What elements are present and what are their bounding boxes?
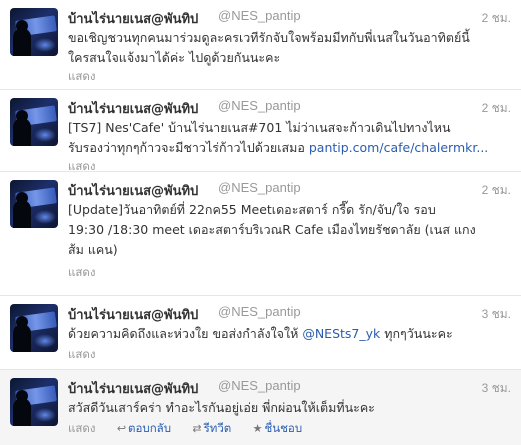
tweet-header: บ้านไร่นายเนส@พันทิป @NES_pantip 2 ชม. <box>68 96 511 118</box>
timestamp[interactable]: 2 ชม. <box>482 181 511 200</box>
expand-link[interactable]: แสดง <box>68 159 96 173</box>
tweet-item[interactable]: บ้านไร่นายเนส@พันทิป @NES_pantip 2 ชม. ข… <box>0 0 521 90</box>
display-name[interactable]: บ้านไร่นายเนส@พันทิป <box>68 378 198 399</box>
retweet-label: รีทวีต <box>203 421 232 435</box>
timestamp[interactable]: 3 ชม. <box>482 305 511 324</box>
mention-link[interactable]: @NESts7_yk <box>302 326 380 341</box>
avatar[interactable] <box>10 8 58 56</box>
expand-link[interactable]: แสดง <box>68 347 96 361</box>
reply-button[interactable]: ↩ ตอบกลับ <box>117 421 171 435</box>
screen-name[interactable]: @NES_pantip <box>218 8 301 23</box>
star-icon: ★ <box>252 422 263 435</box>
avatar[interactable] <box>10 304 58 352</box>
display-name[interactable]: บ้านไร่นายเนส@พันทิป <box>68 304 198 325</box>
tweet-item[interactable]: บ้านไร่นายเนส@พันทิป @NES_pantip 2 ชม. [… <box>0 172 521 296</box>
retweet-button[interactable]: ⇄ รีทวีต <box>192 421 231 435</box>
tweet-actions: แสดง ↩ ตอบกลับ ⇄ รีทวีต ★ ชื่นชอบ <box>68 420 302 438</box>
avatar[interactable] <box>10 378 58 426</box>
tweet-actions: แสดง <box>68 346 96 364</box>
tweet-text: ขอเชิญชวนทุกคนมาร่วมดูละครเวทีรักจับใจพร… <box>68 30 470 65</box>
tweet-header: บ้านไร่นายเนส@พันทิป @NES_pantip 2 ชม. <box>68 178 511 200</box>
tweet-text-tail: ทุกๆวันนะคะ <box>380 326 453 341</box>
tweet-text: [TS7] Nes'Cafe' บ้านไร่นายเนส#701 ไม่ว่า… <box>68 118 509 158</box>
timestamp[interactable]: 2 ชม. <box>482 99 511 118</box>
display-name[interactable]: บ้านไร่นายเนส@พันทิป <box>68 180 198 201</box>
tweet-text: [Update]วันอาทิตย์ที่ 22กค55 Meetเดอะสตา… <box>68 202 476 257</box>
tweet-text: ด้วยความคิดถึงและห่วงใย ขอส่งกำลังใจให้ … <box>68 324 509 344</box>
screen-name[interactable]: @NES_pantip <box>218 98 301 113</box>
retweet-icon: ⇄ <box>192 422 202 435</box>
expand-link[interactable]: แสดง <box>68 421 96 435</box>
tweet-header: บ้านไร่นายเนส@พันทิป @NES_pantip 3 ชม. <box>68 376 511 398</box>
tweet-header: บ้านไร่นายเนส@พันทิป @NES_pantip 3 ชม. <box>68 302 511 324</box>
tweet-text: สวัสดีวันเสาร์คร่า ทำอะไรกันอยู่เอ่ย พี่… <box>68 400 375 415</box>
tweet-header: บ้านไร่นายเนส@พันทิป @NES_pantip 2 ชม. <box>68 6 511 28</box>
screen-name[interactable]: @NES_pantip <box>218 378 301 393</box>
tweet-item[interactable]: บ้านไร่นายเนส@พันทิป @NES_pantip 3 ชม. ส… <box>0 370 521 445</box>
expand-link[interactable]: แสดง <box>68 69 96 83</box>
favorite-label: ชื่นชอบ <box>264 421 303 435</box>
screen-name[interactable]: @NES_pantip <box>218 304 301 319</box>
reply-label: ตอบกลับ <box>128 421 172 435</box>
reply-icon: ↩ <box>116 422 127 435</box>
timestamp[interactable]: 3 ชม. <box>482 379 511 398</box>
tweet-item[interactable]: บ้านไร่นายเนส@พันทิป @NES_pantip 3 ชม. ด… <box>0 296 521 370</box>
tweet-actions: แสดง <box>68 68 96 86</box>
tweet-url-link[interactable]: pantip.com/cafe/chalermkr... <box>309 140 488 155</box>
timestamp[interactable]: 2 ชม. <box>482 9 511 28</box>
tweet-text-body: ด้วยความคิดถึงและห่วงใย ขอส่งกำลังใจให้ <box>68 326 303 341</box>
favorite-button[interactable]: ★ ชื่นชอบ <box>253 421 303 435</box>
avatar[interactable] <box>10 180 58 228</box>
avatar[interactable] <box>10 98 58 146</box>
display-name[interactable]: บ้านไร่นายเนส@พันทิป <box>68 98 198 119</box>
tweet-actions: แสดง <box>68 264 96 282</box>
tweet-timeline: บ้านไร่นายเนส@พันทิป @NES_pantip 2 ชม. ข… <box>0 0 521 445</box>
tweet-item[interactable]: บ้านไร่นายเนส@พันทิป @NES_pantip 2 ชม. [… <box>0 90 521 173</box>
expand-link[interactable]: แสดง <box>68 265 96 279</box>
display-name[interactable]: บ้านไร่นายเนส@พันทิป <box>68 8 198 29</box>
screen-name[interactable]: @NES_pantip <box>218 180 301 195</box>
